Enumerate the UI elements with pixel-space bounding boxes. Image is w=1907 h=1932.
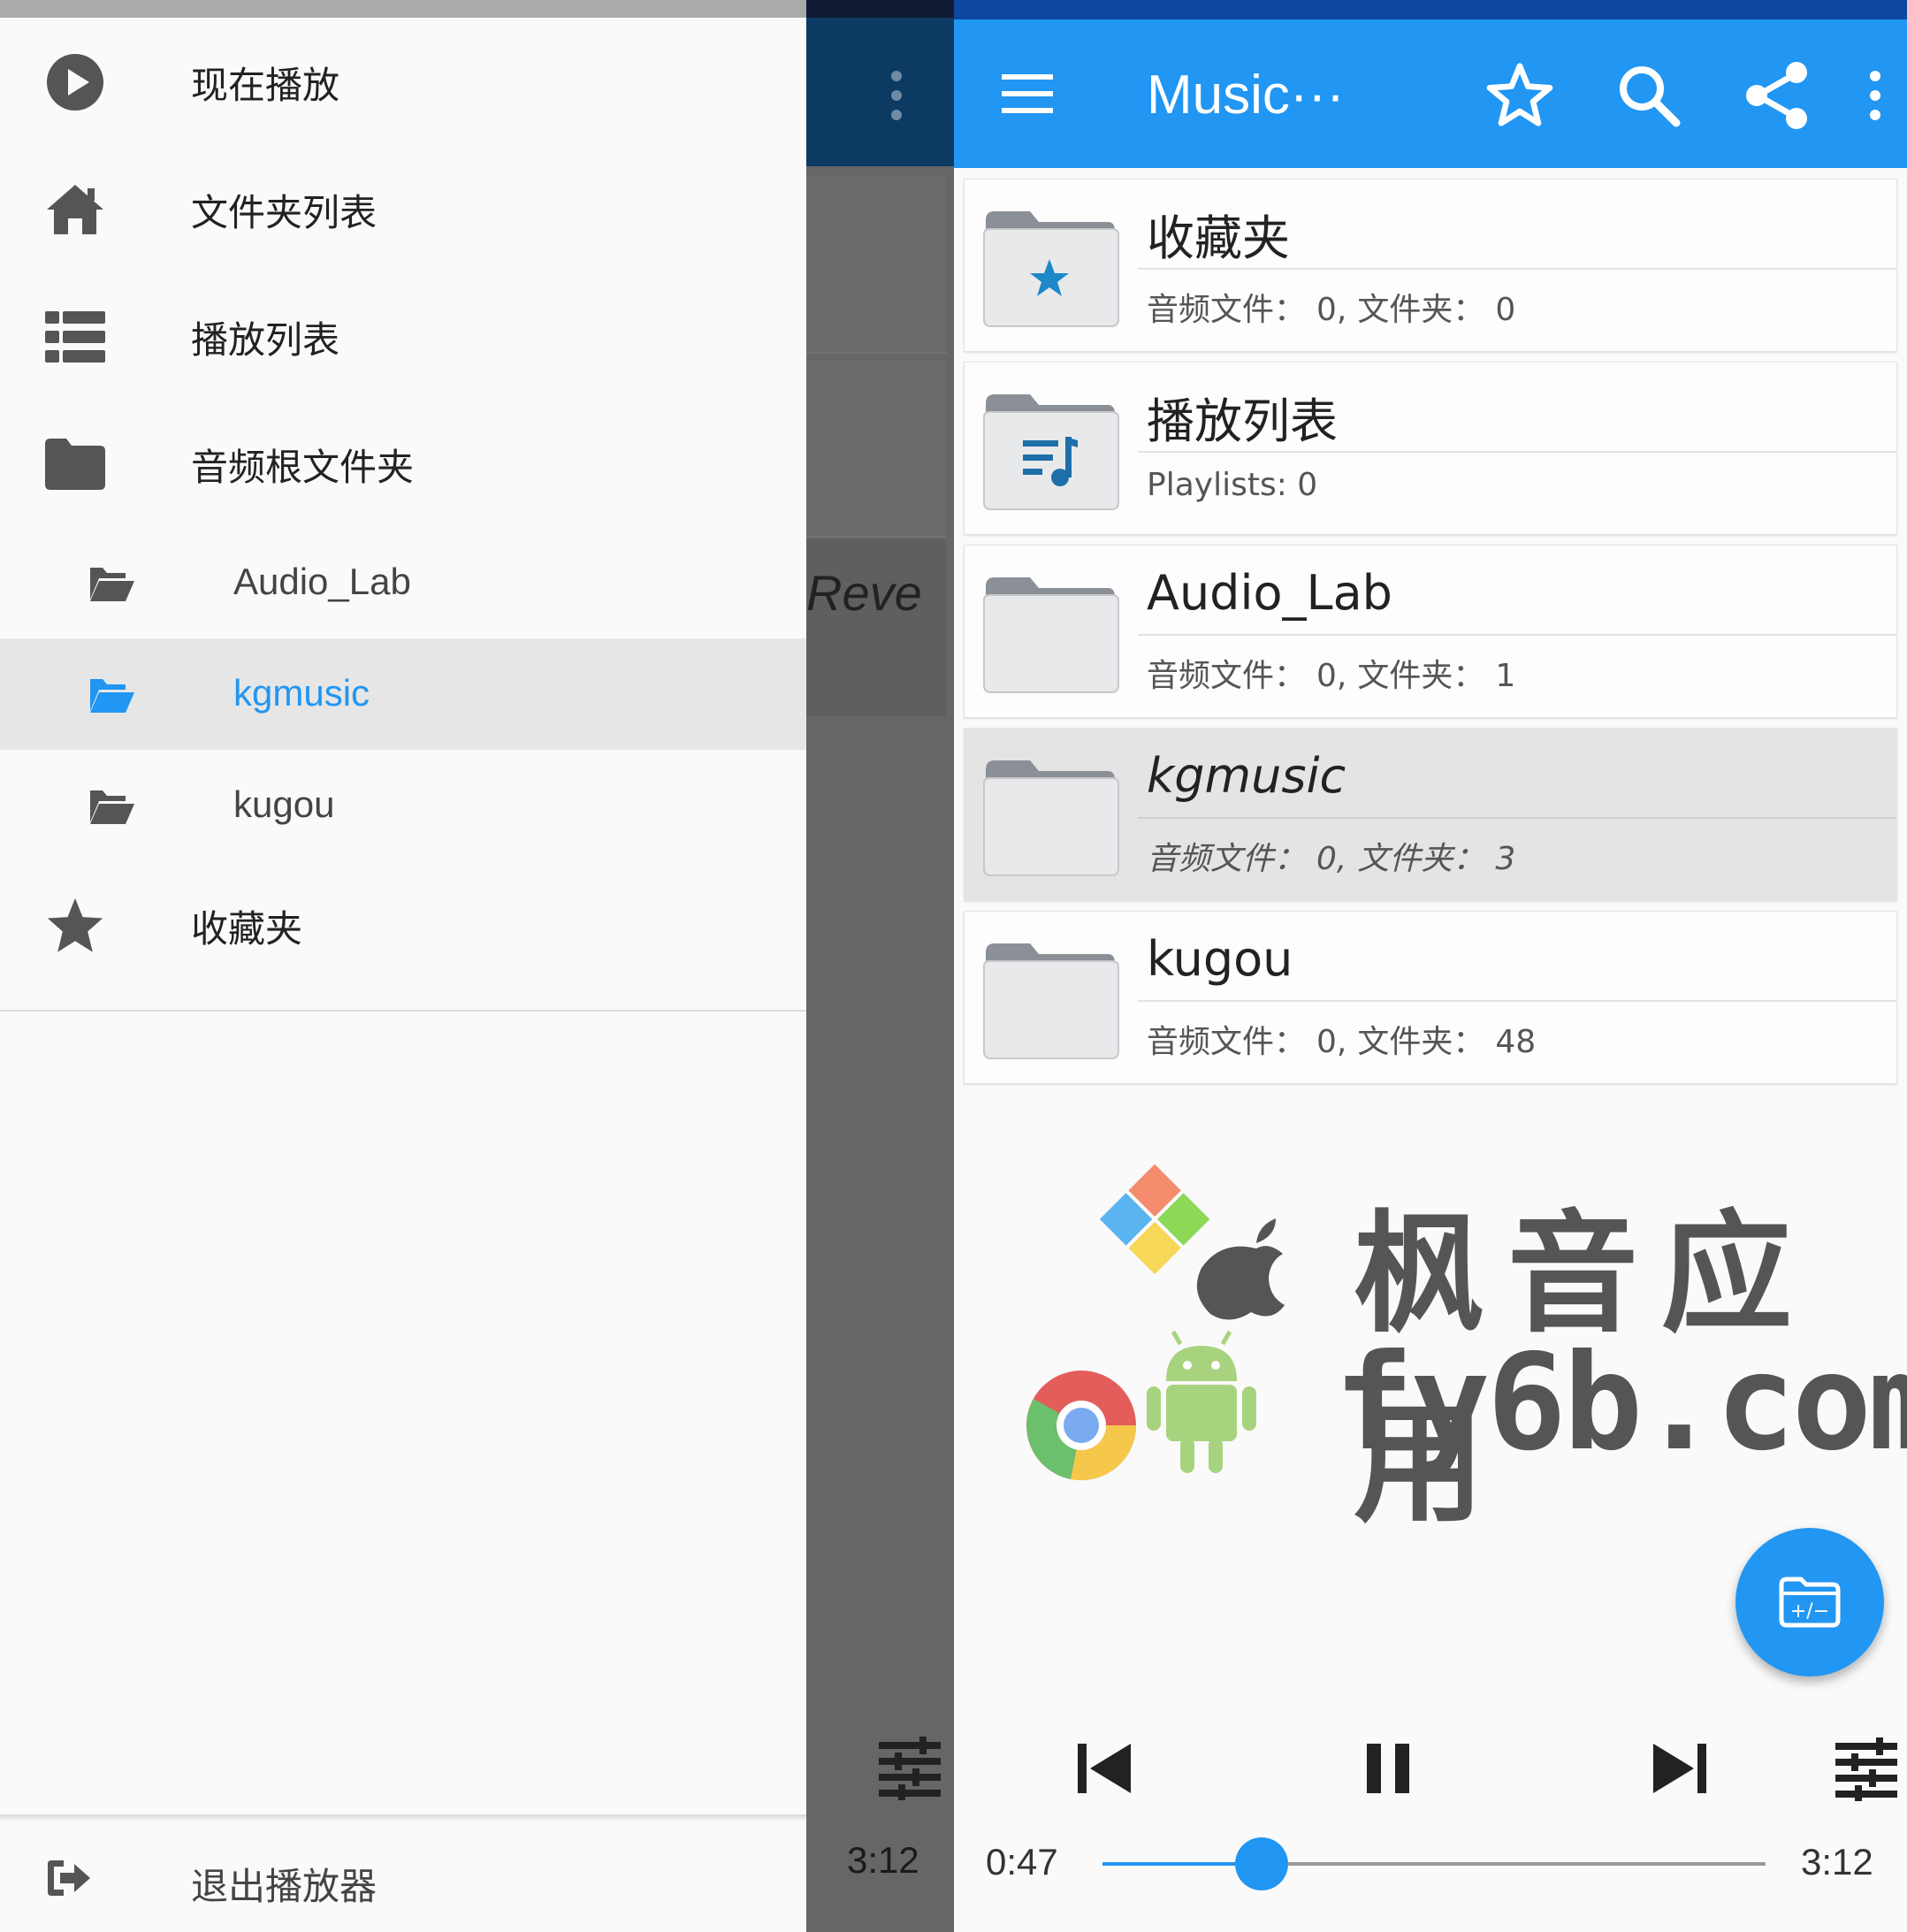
folder-icon: [983, 760, 1119, 876]
background-equalizer-icon: [879, 1737, 941, 1800]
skip-next-icon: [1653, 1744, 1706, 1793]
drawer-item-favorites[interactable]: 收藏夹: [0, 873, 806, 979]
playlist-folder-icon: [983, 394, 1119, 510]
equalizer-button[interactable]: [1831, 1733, 1902, 1804]
play-circle-icon: [44, 51, 106, 113]
background-toolbar: [806, 18, 954, 166]
hamburger-menu-icon[interactable]: [1002, 73, 1053, 115]
pause-button[interactable]: [1353, 1733, 1423, 1804]
home-icon: [44, 179, 106, 241]
watermark-text-domain: fy6b.com: [1334, 1326, 1907, 1480]
drawer-exit-player[interactable]: 退出播放器: [0, 1821, 806, 1932]
list-icon: [44, 306, 106, 368]
folder-name: kgmusic: [1147, 748, 1346, 804]
drawer-item-label: 播放列表: [191, 317, 340, 362]
total-duration: 3:12: [1801, 1841, 1873, 1882]
background-duration: 3:12: [847, 1839, 919, 1881]
more-vert-icon[interactable]: [1849, 58, 1902, 133]
folder-open-icon: [90, 568, 134, 601]
background-song-title: Reve: [806, 565, 922, 621]
folder-separator: [1138, 268, 1896, 270]
folder-info: 音频文件： 0, 文件夹： 3: [1147, 841, 1516, 877]
folder-name: 收藏夹: [1147, 210, 1290, 266]
status-bar: [954, 0, 1907, 19]
folder-info: Playlists: 0: [1147, 467, 1318, 503]
background-list: [806, 177, 946, 545]
seek-bar-thumb[interactable]: [1235, 1837, 1288, 1890]
elapsed-time: 0:47: [986, 1841, 1058, 1882]
folder-separator: [1138, 817, 1896, 819]
drawer-subfolder-audio-lab[interactable]: Audio_Lab: [0, 527, 806, 638]
drawer-subfolder-label: kgmusic: [233, 672, 370, 714]
folder-name: Audio_Lab: [1147, 565, 1392, 621]
drawer-bottom-shadow: [0, 1814, 806, 1821]
folder-icon: [983, 577, 1119, 693]
previous-button[interactable]: [1069, 1733, 1140, 1804]
left-screen: Reve 3:12 现在播放 文件夹列表 播放列表 音频根文件夹 Audio_L…: [0, 0, 954, 1932]
folder-row-kugou[interactable]: kugou 音频文件： 0, 文件夹： 48: [964, 911, 1897, 1084]
drawer-subfolder-label: kugou: [233, 783, 335, 825]
skip-previous-icon: [1078, 1744, 1131, 1793]
drawer-item-label: 文件夹列表: [191, 190, 378, 234]
next-button[interactable]: [1644, 1733, 1715, 1804]
folder-row-kgmusic[interactable]: kgmusic 音频文件： 0, 文件夹： 3: [964, 728, 1897, 901]
folder-info: 音频文件： 0, 文件夹： 48: [1147, 1024, 1537, 1060]
svg-text:+/−: +/−: [1790, 1600, 1829, 1623]
folder-add-remove-icon: +/−: [1779, 1577, 1841, 1628]
drawer-item-now-playing[interactable]: 现在播放: [0, 29, 806, 135]
drawer-item-folder-list[interactable]: 文件夹列表: [0, 157, 806, 263]
drawer-subfolder-kgmusic[interactable]: kgmusic: [0, 638, 806, 750]
drawer-exit-label: 退出播放器: [191, 1865, 378, 1908]
drawer-item-playlists[interactable]: 播放列表: [0, 284, 806, 390]
equalizer-icon: [1835, 1737, 1897, 1801]
pause-icon: [1367, 1744, 1409, 1793]
folder-icon: [983, 943, 1119, 1059]
background-song-card: Reve: [806, 539, 946, 716]
app-bar: Music···: [954, 19, 1907, 168]
folder-info: 音频文件： 0, 文件夹： 0: [1147, 292, 1516, 328]
folder-separator: [1138, 451, 1896, 453]
folder-separator: [1138, 1000, 1896, 1002]
drawer-subfolder-kugou[interactable]: kugou: [0, 750, 806, 861]
folder-info: 音频文件： 0, 文件夹： 1: [1147, 658, 1516, 694]
navigation-drawer: 现在播放 文件夹列表 播放列表 音频根文件夹 Audio_Lab kgmusic…: [0, 0, 806, 1932]
drawer-item-label: 音频根文件夹: [191, 445, 415, 489]
folder-add-remove-button[interactable]: +/−: [1735, 1528, 1884, 1676]
drawer-item-label: 现在播放: [191, 63, 340, 107]
exit-icon: [48, 1860, 90, 1896]
star-icon: [44, 895, 106, 957]
background-card: [806, 361, 946, 538]
folder-open-icon: [90, 679, 134, 713]
drawer-item-label: 收藏夹: [191, 906, 303, 951]
favorites-folder-icon: [983, 211, 1119, 327]
folder-open-icon: [90, 790, 134, 824]
search-icon[interactable]: [1612, 58, 1686, 133]
app-bar-title[interactable]: Music···: [1147, 64, 1345, 126]
folder-separator: [1138, 634, 1896, 636]
drawer-item-audio-root[interactable]: 音频根文件夹: [0, 411, 806, 517]
folder-name: 播放列表: [1147, 393, 1338, 449]
folder-icon: [44, 433, 106, 495]
background-more-icon: [889, 71, 904, 120]
drawer-status-bar: [0, 0, 806, 18]
right-screen: Music··· 收藏夹 音频文件： 0, 文件夹： 0 播放列表 Playli…: [954, 0, 1907, 1932]
drawer-subfolder-label: Audio_Lab: [233, 561, 411, 602]
folder-row-playlists[interactable]: 播放列表 Playlists: 0: [964, 362, 1897, 535]
folder-row-favorites[interactable]: 收藏夹 音频文件： 0, 文件夹： 0: [964, 179, 1897, 352]
folder-row-audio-lab[interactable]: Audio_Lab 音频文件： 0, 文件夹： 1: [964, 545, 1897, 718]
background-card: [806, 177, 946, 354]
favorite-star-icon[interactable]: [1483, 58, 1557, 133]
share-icon[interactable]: [1740, 58, 1814, 133]
drawer-divider: [0, 1010, 806, 1012]
folder-name: kugou: [1147, 931, 1293, 987]
